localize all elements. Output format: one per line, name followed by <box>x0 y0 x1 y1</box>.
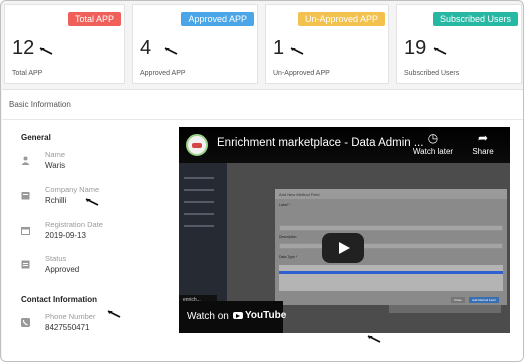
field-key: Name <box>45 150 66 159</box>
stat-value: 1 <box>273 37 285 59</box>
video-modal-close: Close <box>451 297 465 303</box>
stats-row: Total APP 12 Total APP Approved APP 4 Ap… <box>1 1 523 89</box>
stat-badge: Total APP <box>67 12 121 26</box>
field-value: Rchilli <box>45 196 67 205</box>
stat-card-subscribed-users[interactable]: Subscribed Users 19 Subscribed Users <box>396 4 522 84</box>
video-modal-input <box>279 225 503 231</box>
share-label: Share <box>472 147 494 156</box>
channel-logo-icon[interactable] <box>186 134 208 156</box>
field-status: Status Approved <box>21 254 171 280</box>
contact-heading: Contact Information <box>21 295 97 304</box>
cursor-arrow-icon <box>433 47 447 55</box>
stat-card-approved-app[interactable]: Approved APP 4 Approved APP <box>132 4 258 84</box>
stat-label: Subscribed Users <box>404 70 460 77</box>
stat-value: 19 <box>404 37 427 59</box>
stat-card-unapproved-app[interactable]: Un-Approved APP 1 Un-Approved APP <box>265 4 389 84</box>
stat-label: Un-Approved APP <box>273 70 330 77</box>
user-icon <box>21 152 30 165</box>
field-registration-date: Registration Date 2019-09-13 <box>21 220 171 246</box>
video-title-bar: Enrichment marketplace - Data Admin ... … <box>179 127 510 163</box>
video-modal-input <box>279 243 503 249</box>
share-button[interactable]: ➦ Share <box>460 131 506 156</box>
field-key: Company Name <box>45 185 100 194</box>
stat-value: 12 <box>12 37 35 59</box>
stat-badge: Un-Approved APP <box>297 12 385 26</box>
cursor-arrow-icon <box>367 335 381 343</box>
dashboard-window: Total APP 12 Total APP Approved APP 4 Ap… <box>0 0 524 362</box>
calendar-icon <box>21 222 30 235</box>
watch-later-label: Watch later <box>412 147 454 156</box>
building-icon <box>21 187 30 200</box>
share-icon: ➦ <box>477 131 489 145</box>
field-value: 2019-09-13 <box>45 231 86 240</box>
field-value: Waris <box>45 161 66 170</box>
field-value: 8427550471 <box>45 323 90 332</box>
youtube-embed[interactable]: Add New Method Field Label * Description… <box>179 127 510 333</box>
phone-icon <box>21 314 30 327</box>
field-name: Name Waris <box>21 150 171 176</box>
play-button[interactable] <box>322 233 364 263</box>
cursor-arrow-icon <box>290 47 304 55</box>
video-app-sidebar-item <box>184 189 214 191</box>
stat-badge: Subscribed Users <box>432 12 518 26</box>
stat-badge: Approved APP <box>181 12 254 26</box>
field-value: Approved <box>45 265 80 274</box>
status-icon <box>21 256 30 269</box>
video-title[interactable]: Enrichment marketplace - Data Admin ... <box>217 137 423 149</box>
youtube-logo-icon <box>233 312 243 319</box>
video-modal-dropdown <box>279 265 503 291</box>
video-modal-title: Add New Method Field <box>275 189 507 199</box>
cursor-arrow-icon <box>85 198 99 206</box>
video-modal-label: Label * <box>279 203 290 207</box>
field-key: Phone Number <box>45 312 96 321</box>
cursor-arrow-icon <box>39 47 53 55</box>
youtube-wordmark: YouTube <box>245 310 287 321</box>
video-modal-label: Description <box>279 235 297 239</box>
video-app-sidebar-item <box>184 177 214 179</box>
video-app-sidebar-item <box>184 213 214 215</box>
watch-later-button[interactable]: ◷ Watch later <box>410 131 456 156</box>
video-modal-add: Add Method Field <box>469 297 499 303</box>
stat-value: 4 <box>140 37 152 59</box>
video-app-sidebar-item <box>184 225 214 227</box>
field-company-name: Company Name Rchilli <box>21 185 171 211</box>
field-phone-number: Phone Number 8427550471 <box>21 310 171 338</box>
field-key: Status <box>45 254 67 263</box>
stat-card-total-app[interactable]: Total APP 12 Total APP <box>4 4 125 84</box>
watch-on-youtube-button[interactable]: Watch on YouTube <box>179 301 287 333</box>
general-heading: General <box>21 133 51 142</box>
stat-label: Approved APP <box>140 70 186 77</box>
panel-title: Basic Information <box>9 100 71 109</box>
video-modal: Add New Method Field Label * Description… <box>275 189 507 305</box>
video-app-sidebar-item <box>184 201 214 203</box>
divider <box>2 119 523 120</box>
video-dropdown-selected <box>279 271 503 274</box>
basic-information-panel: Basic Information General Name Waris Com… <box>2 89 523 361</box>
watch-on-label: Watch on <box>187 311 229 322</box>
field-key: Registration Date <box>45 220 103 229</box>
clock-icon: ◷ <box>427 131 439 145</box>
video-modal-label: Data Type * <box>279 255 298 259</box>
cursor-arrow-icon <box>164 47 178 55</box>
cursor-arrow-icon <box>107 310 121 318</box>
stat-label: Total APP <box>12 70 43 77</box>
